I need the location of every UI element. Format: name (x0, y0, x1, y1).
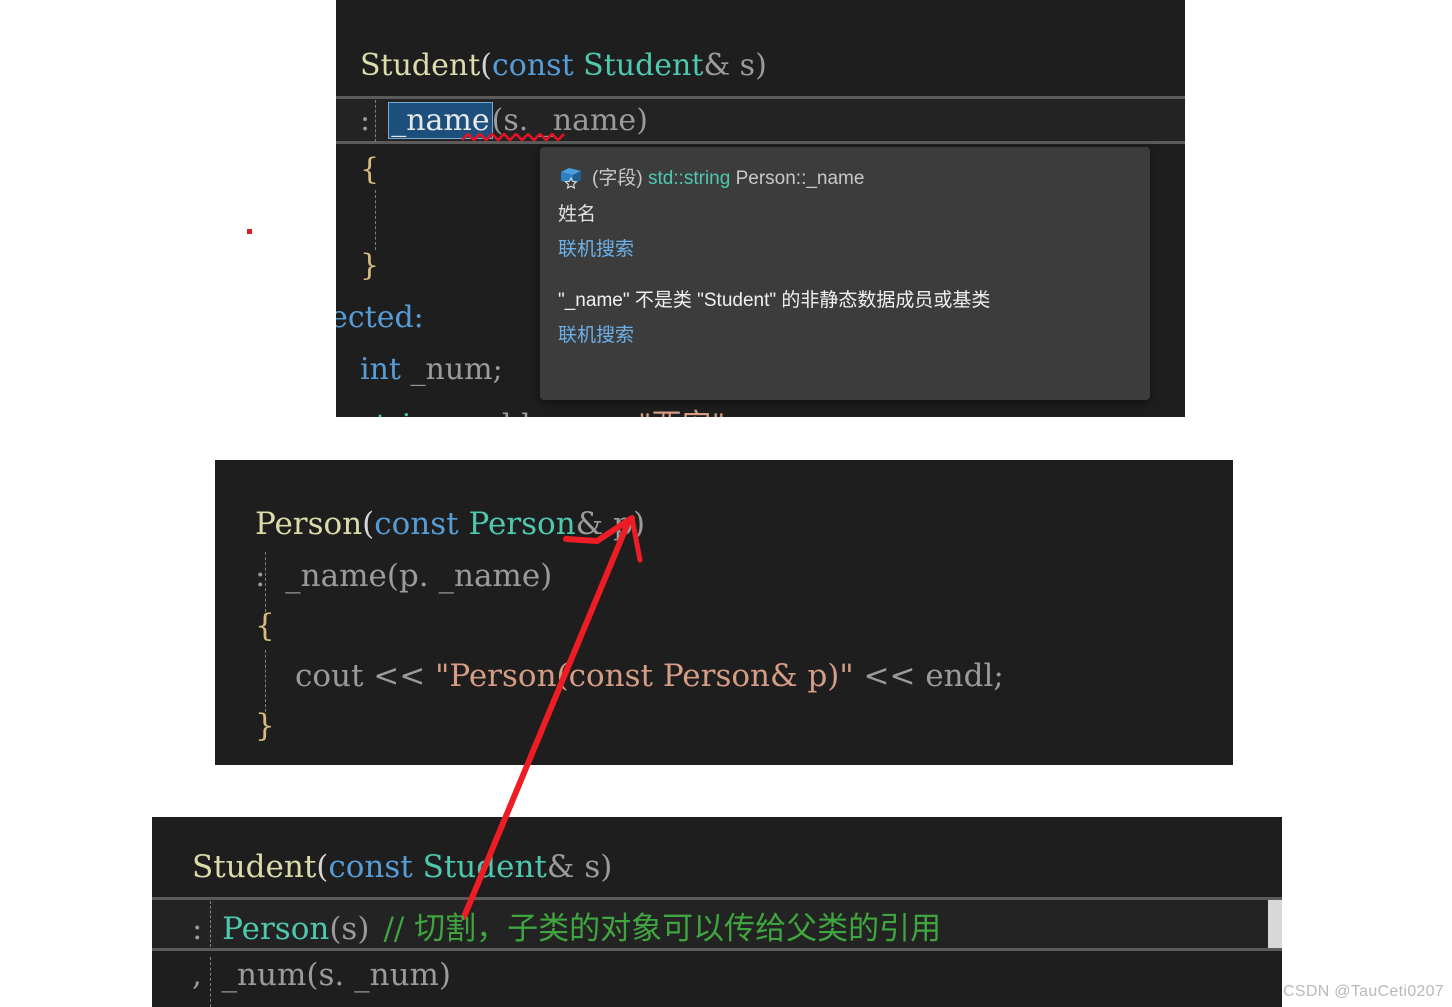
token-student: Student (360, 48, 481, 83)
code-line-4: } (360, 248, 380, 283)
token-student-type: Student (422, 849, 547, 885)
code-panel-student-slicing: Student(const Student& s) : Person(s)// … (152, 817, 1282, 1007)
indent-guide (265, 650, 266, 712)
code-line-base-init: : Person(s)// 切割，子类的对象可以传给父类的引用 (192, 911, 942, 947)
tooltip-kind-label: (字段) (592, 168, 643, 189)
field-box-star-icon (558, 164, 584, 190)
tooltip-signature-type: std::string (647, 168, 731, 189)
code-line-open-brace: { (255, 608, 275, 644)
token-string-literal: "Person(const Person& p)" (435, 658, 854, 694)
error-squiggle (462, 133, 565, 142)
code-line-6: int _num; (360, 352, 503, 387)
indent-guide (375, 190, 376, 250)
code-line-1: Student(const Student& s) (360, 48, 767, 83)
code-panel-person-copy-ctor: Person(const Person& p) : _name(p. _name… (215, 460, 1233, 765)
code-line-student-signature: Student(const Student& s) (192, 849, 613, 885)
code-line-7: string _address = "西安"; (360, 400, 736, 417)
code-line-5-protected: otected: (336, 300, 424, 335)
line-end-cursor (1268, 900, 1282, 948)
token-endl: << endl; (853, 658, 1004, 694)
token-person-type: Person (468, 506, 576, 542)
online-search-link-2[interactable]: 联机搜索 (558, 320, 1132, 347)
token-const: const (491, 48, 574, 83)
token-student: Student (192, 849, 317, 885)
quick-info-tooltip: (字段) std::string Person::_name 姓名 联机搜索 "… (540, 147, 1150, 400)
code-line-close-brace: } (255, 708, 275, 744)
csdn-watermark: CSDN @TauCeti0207 (1283, 983, 1444, 1000)
screenshot-root: Student(const Student& s) : _name(s. _na… (0, 0, 1452, 1007)
online-search-link-1[interactable]: 联机搜索 (558, 234, 1132, 261)
red-dot-mark (247, 229, 252, 234)
code-line-init-list: : _name(p. _name) (255, 558, 553, 594)
token-slicing-comment: // 切割，子类的对象可以传给父类的引用 (383, 911, 942, 947)
token-const: const (328, 849, 413, 885)
tooltip-signature-qualified: Person::_name (735, 168, 865, 189)
token-const: const (374, 506, 459, 542)
code-line-num-init: , _num(s. _num) (192, 957, 452, 993)
code-line-person-signature: Person(const Person& p) (255, 506, 646, 542)
tooltip-signature-row: (字段) std::string Person::_name (558, 163, 1132, 190)
tooltip-signature: (字段) std::string Person::_name (592, 163, 864, 190)
tooltip-error-message: "_name" 不是类 "Student" 的非静态数据成员或基类 (558, 290, 991, 311)
code-line-3: { (360, 152, 380, 187)
token-person-base: Person (222, 911, 330, 947)
tooltip-description: 姓名 (558, 204, 597, 225)
code-line-cout: cout << "Person(const Person& p)" << end… (295, 658, 1004, 694)
token-cout: cout << (295, 658, 436, 694)
token-student-type: Student (583, 48, 704, 83)
token-person: Person (255, 506, 363, 542)
